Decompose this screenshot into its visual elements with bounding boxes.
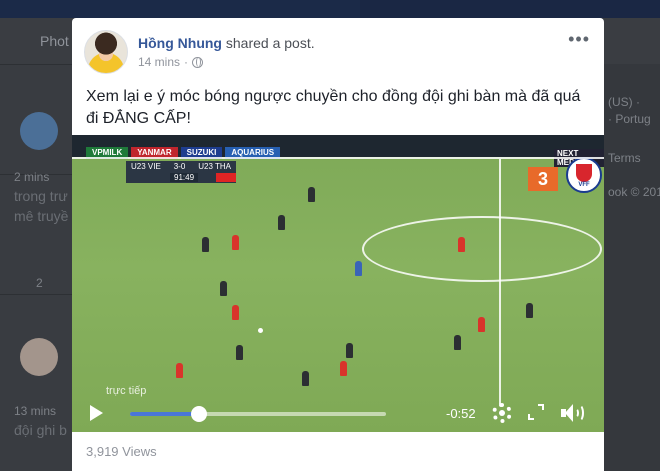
player xyxy=(232,235,239,250)
vff-crest-icon xyxy=(566,157,602,193)
background-text: đội ghi b xyxy=(14,422,67,438)
progress-bar[interactable] xyxy=(130,406,386,422)
player xyxy=(176,363,183,378)
post-time[interactable]: 14 mins xyxy=(138,55,180,69)
more-options-button[interactable]: ••• xyxy=(568,30,590,48)
player xyxy=(220,281,227,296)
view-count: 3,919 Views xyxy=(86,444,157,459)
player xyxy=(302,371,309,386)
football xyxy=(258,328,263,333)
play-icon[interactable] xyxy=(90,405,103,421)
background-nav-label: Phot xyxy=(40,33,69,49)
author-avatar[interactable] xyxy=(84,30,128,74)
player xyxy=(308,187,315,202)
player xyxy=(232,305,239,320)
volume-icon[interactable] xyxy=(561,404,585,422)
background-avatar xyxy=(20,338,58,376)
post-action-text: shared a post. xyxy=(225,35,315,51)
background-right-text: Terms xyxy=(608,151,641,165)
gear-icon[interactable] xyxy=(492,403,512,423)
score-away: U23 THA xyxy=(198,162,231,171)
background-right-text: · Portug xyxy=(608,112,651,126)
player xyxy=(202,237,209,252)
background-avatar xyxy=(20,112,58,150)
background-time: 2 mins xyxy=(14,170,50,184)
background-right-text: (US) · xyxy=(608,95,640,109)
centre-circle xyxy=(362,216,602,282)
player xyxy=(340,361,347,376)
player xyxy=(458,237,465,252)
player xyxy=(278,215,285,230)
progress-handle[interactable] xyxy=(191,406,208,422)
background-right-text: ook © 201 xyxy=(608,185,660,199)
background-count: 2 xyxy=(36,276,43,290)
time-remaining: -0:52 xyxy=(446,406,476,421)
match-clock: 91:49 xyxy=(170,173,199,182)
post-text: Xem lại e ý móc bóng ngược chuyền cho đồ… xyxy=(86,88,581,127)
globe-icon[interactable] xyxy=(192,56,204,68)
video-controls: -0:52 xyxy=(72,395,604,432)
progress-fill xyxy=(130,412,200,416)
background-time: 13 mins xyxy=(14,404,57,418)
scoreboard: U23 VIE 3-0 U23 THA 91:49 xyxy=(126,161,236,183)
author-name-link[interactable]: Hồng Nhung xyxy=(138,35,222,51)
shared-post-modal: Hồng Nhung shared a post. 14 mins · ••• … xyxy=(72,18,604,471)
corner-badge: 3 xyxy=(528,167,558,191)
background-text: trong trư xyxy=(14,188,68,204)
player xyxy=(355,261,362,276)
post-header: Hồng Nhung shared a post. xyxy=(138,35,315,51)
post-meta: 14 mins · xyxy=(138,55,204,69)
player xyxy=(478,317,485,332)
player xyxy=(526,303,533,318)
player xyxy=(236,345,243,360)
pitch-line xyxy=(72,157,604,159)
score-value: 3-0 xyxy=(173,162,186,171)
background-top-bar xyxy=(0,0,660,18)
player xyxy=(346,343,353,358)
background-text: mê truyề xyxy=(14,208,69,224)
fullscreen-icon[interactable] xyxy=(528,404,544,420)
player xyxy=(454,335,461,350)
video-player[interactable]: VPMILK YANMAR SUZUKI AQUARIUS NEXT MEDIA… xyxy=(72,135,604,432)
score-home: U23 VIE xyxy=(131,162,161,171)
